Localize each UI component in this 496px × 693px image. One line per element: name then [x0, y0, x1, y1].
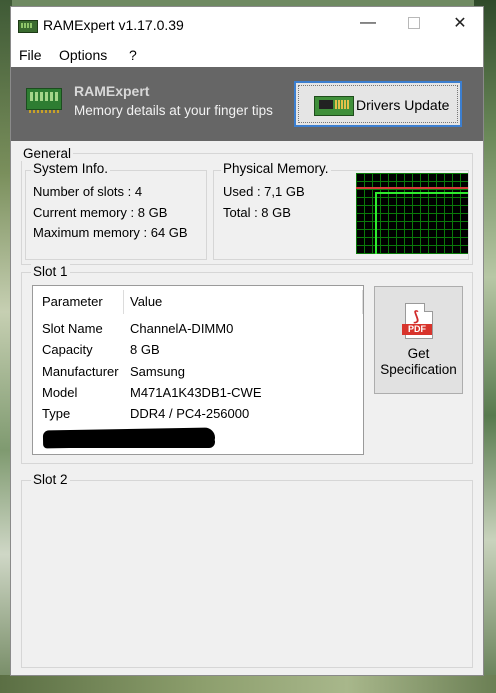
total-memory-line	[356, 187, 468, 189]
slot2-group	[21, 480, 473, 668]
general-label: General	[21, 146, 74, 161]
window-title: RAMExpert v1.17.0.39	[43, 17, 184, 33]
menu-file[interactable]: File	[19, 47, 42, 63]
desktop-background-bottom	[0, 675, 496, 693]
physical-memory-label: Physical Memory.	[221, 161, 331, 176]
row-value-slot-name: ChannelA-DIMM0	[130, 321, 234, 336]
row-label-manufacturer: Manufacturer	[42, 364, 119, 379]
pdf-icon: ⟆ PDF	[402, 303, 433, 339]
redaction-mark	[57, 436, 215, 448]
column-header-value[interactable]: Value	[130, 294, 162, 309]
drivers-update-button[interactable]: Drivers Update	[294, 81, 462, 127]
circuit-board-icon	[314, 96, 354, 116]
ram-module-icon	[18, 20, 38, 33]
spec-label-line1: Get	[407, 346, 430, 361]
title-bar[interactable]: RAMExpert v1.17.0.39 — ✕	[11, 7, 483, 43]
slot1-table[interactable]: Parameter Value Slot Name ChannelA-DIMM0…	[32, 285, 364, 455]
menu-help[interactable]: ?	[129, 47, 137, 63]
app-name: RAMExpert	[74, 83, 150, 99]
slot2-label: Slot 2	[31, 472, 70, 487]
system-info-label: System Info.	[31, 161, 111, 176]
ram-module-icon	[26, 88, 62, 113]
header-banner: RAMExpert Memory details at your finger …	[11, 67, 483, 141]
row-label-type: Type	[42, 406, 71, 421]
close-icon: ✕	[453, 15, 467, 32]
spec-label-line2: Specification	[380, 362, 457, 377]
column-separator[interactable]	[123, 290, 124, 314]
row-value-model: M471A1K43DB1-CWE	[130, 385, 262, 400]
menu-options[interactable]: Options	[59, 47, 107, 63]
row-value-type: DDR4 / PC4-256000	[130, 406, 250, 421]
row-value-manufacturer: Samsung	[130, 364, 185, 379]
column-header-parameter[interactable]: Parameter	[42, 294, 103, 309]
slot1-label: Slot 1	[31, 264, 70, 279]
memory-used: Used : 7,1 GB	[223, 184, 305, 199]
current-memory: Current memory : 8 GB	[33, 205, 168, 220]
acrobat-glyph-icon: ⟆	[413, 308, 420, 324]
maximize-icon	[408, 17, 420, 29]
close-button[interactable]: ✕	[437, 7, 483, 39]
row-value-capacity: 8 GB	[130, 342, 160, 357]
row-label-slot-name: Slot Name	[42, 321, 103, 336]
get-specification-button[interactable]: ⟆ PDF Get Specification	[374, 286, 463, 394]
maximize-button[interactable]	[391, 7, 437, 39]
row-label-capacity: Capacity	[42, 342, 93, 357]
app-window: RAMExpert v1.17.0.39 — ✕ File Options ? …	[10, 6, 484, 676]
app-tagline: Memory details at your finger tips	[74, 103, 273, 118]
used-memory-line-rise	[375, 192, 377, 254]
minimize-icon: —	[360, 14, 376, 31]
memory-total: Total : 8 GB	[223, 205, 291, 220]
pdf-tag: PDF	[402, 324, 432, 335]
row-label-model: Model	[42, 385, 78, 400]
used-memory-line	[375, 192, 468, 194]
memory-usage-graph	[356, 173, 468, 254]
drivers-update-label: Drivers Update	[356, 97, 450, 113]
minimize-button[interactable]: —	[345, 7, 391, 39]
number-of-slots: Number of slots : 4	[33, 184, 143, 199]
menu-bar: File Options ?	[11, 43, 483, 67]
maximum-memory: Maximum memory : 64 GB	[33, 225, 188, 240]
column-separator[interactable]	[362, 290, 363, 314]
